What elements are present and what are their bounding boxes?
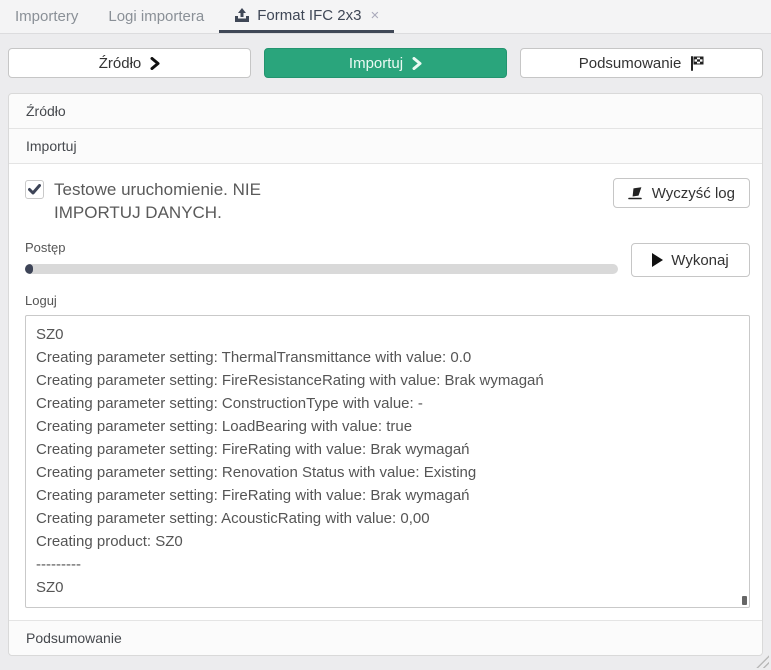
tab-format-ifc-2x3[interactable]: Format IFC 2x3 × [219, 0, 394, 33]
tab-logi-importera[interactable]: Logi importera [93, 0, 219, 33]
progress-fill [25, 264, 33, 274]
checkered-flag-icon [690, 56, 704, 71]
chevron-right-icon [150, 57, 160, 70]
import-step-button[interactable]: Importuj [264, 48, 507, 78]
import-section-body: Testowe uruchomienie. NIE IMPORTUJ DANYC… [9, 164, 762, 620]
chevron-right-icon [412, 57, 422, 70]
accordion-summary-label: Podsumowanie [26, 630, 122, 646]
progress-bar [25, 264, 618, 274]
wizard-panel: Źródło Importuj Testowe uruchomienie. NI… [8, 93, 763, 656]
accordion-header-import[interactable]: Importuj [9, 129, 762, 164]
source-step-button[interactable]: Źródło [8, 48, 251, 78]
progress-label: Postęp [25, 240, 618, 255]
tab-label: Format IFC 2x3 [257, 7, 361, 24]
progress-row: Postęp Wykonaj [25, 240, 750, 277]
upload-icon [234, 8, 250, 23]
log-label: Loguj [25, 293, 750, 308]
accordion-import-label: Importuj [26, 138, 77, 154]
summary-step-label: Podsumowanie [579, 55, 682, 72]
eraser-icon [628, 187, 644, 200]
clear-log-button[interactable]: Wyczyść log [613, 178, 750, 208]
log-container: SZ0 Creating parameter setting: ThermalT… [25, 315, 750, 608]
execute-label: Wykonaj [671, 252, 728, 269]
test-run-checkbox-group: Testowe uruchomienie. NIE IMPORTUJ DANYC… [25, 178, 613, 224]
log-textarea[interactable]: SZ0 Creating parameter setting: ThermalT… [25, 315, 750, 608]
test-run-checkbox[interactable] [25, 180, 44, 199]
progress-block: Postęp [25, 240, 618, 277]
close-icon[interactable]: × [370, 7, 379, 24]
stepper-toolbar: Źródło Importuj Podsumowanie [8, 48, 763, 78]
accordion-source-label: Źródło [26, 103, 66, 119]
accordion-header-source[interactable]: Źródło [9, 94, 762, 129]
import-step-label: Importuj [349, 55, 403, 72]
test-run-row: Testowe uruchomienie. NIE IMPORTUJ DANYC… [25, 178, 750, 224]
clear-log-label: Wyczyść log [652, 185, 735, 202]
summary-step-button[interactable]: Podsumowanie [520, 48, 763, 78]
check-icon [28, 184, 41, 195]
execute-button[interactable]: Wykonaj [631, 243, 750, 277]
accordion-header-summary[interactable]: Podsumowanie [9, 620, 762, 655]
source-step-label: Źródło [99, 55, 142, 72]
page-resize-grip[interactable] [756, 655, 769, 668]
play-icon [652, 253, 663, 267]
test-run-label: Testowe uruchomienie. NIE IMPORTUJ DANYC… [54, 178, 319, 224]
tab-label: Logi importera [108, 8, 204, 25]
tab-importery[interactable]: Importery [0, 0, 93, 33]
tab-bar: Importery Logi importera Format IFC 2x3 … [0, 0, 771, 34]
tab-label: Importery [15, 8, 78, 25]
